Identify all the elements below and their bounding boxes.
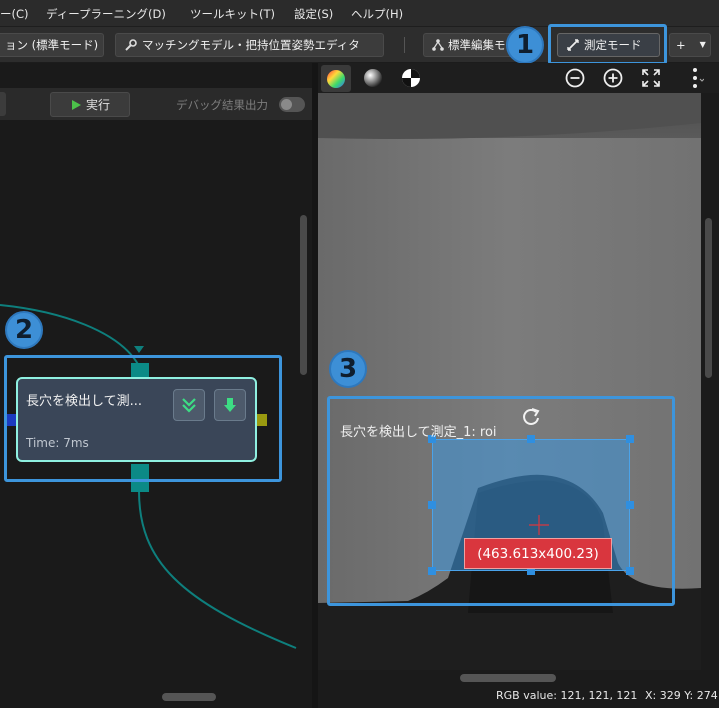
add-tab-button[interactable]: + ▼ xyxy=(669,33,711,57)
project-mode-label: ョン (標準モード) xyxy=(5,38,99,52)
play-icon xyxy=(71,99,81,110)
standard-edit-mode-button[interactable]: 標準編集モ xyxy=(423,33,515,57)
more-options-button[interactable] xyxy=(690,67,705,89)
left-horizontal-scrollbar[interactable] xyxy=(162,693,216,701)
grayscale-button[interactable] xyxy=(362,67,384,89)
callout-box-3 xyxy=(327,396,675,606)
flow-icon xyxy=(432,39,444,51)
matching-model-editor-label: マッチングモデル・把持位置姿勢エディタ xyxy=(142,38,360,52)
project-mode-button[interactable]: ョン (標準モード) xyxy=(0,33,104,57)
contrast-icon xyxy=(402,69,420,87)
zoom-out-icon xyxy=(565,68,585,88)
menu-item-toolkit[interactable]: ツールキット(T) xyxy=(190,6,275,22)
menu-item-c[interactable]: ー(C) xyxy=(0,6,29,22)
callout-box-1 xyxy=(548,24,667,65)
matching-model-editor-button[interactable]: マッチングモデル・把持位置姿勢エディタ xyxy=(115,33,384,57)
menu-item-deep-learning[interactable]: ディープラーニング(D) xyxy=(46,6,166,22)
zoom-in-button[interactable] xyxy=(603,68,623,91)
status-bar: RGB value: 121, 121, 121 X: 329 Y: 274 xyxy=(318,685,719,708)
expand-icon xyxy=(642,69,660,87)
image-toolbar xyxy=(318,63,719,93)
flow-toolbar: 実行 デバッグ結果出力 xyxy=(0,88,312,120)
gradient-circle-icon xyxy=(364,69,382,87)
debug-output-label: デバッグ結果出力 xyxy=(176,98,268,112)
callout-number-3: 3 xyxy=(329,350,367,388)
run-label: 実行 xyxy=(85,98,110,112)
right-vertical-scrollbar[interactable] xyxy=(705,218,712,378)
menu-bar: ー(C) ディープラーニング(D) ツールキット(T) 設定(S) ヘルプ(H) xyxy=(0,0,719,27)
callout-number-1: 1 xyxy=(506,26,544,64)
standard-edit-mode-label: 標準編集モ xyxy=(448,38,506,52)
rgb-value-readout: RGB value: 121, 121, 121 xyxy=(496,689,638,702)
kebab-menu-icon xyxy=(693,68,705,88)
left-edge-button[interactable] xyxy=(0,92,6,116)
binary-display-button[interactable] xyxy=(400,67,422,89)
color-wheel-icon xyxy=(327,69,345,88)
toggle-knob xyxy=(281,99,292,110)
zoom-in-icon xyxy=(603,68,623,88)
debug-output-toggle[interactable] xyxy=(279,97,305,112)
fit-view-button[interactable] xyxy=(641,68,661,91)
callout-number-2: 2 xyxy=(5,311,43,349)
run-button[interactable]: 実行 xyxy=(50,92,130,117)
right-horizontal-scrollbar[interactable] xyxy=(460,674,556,682)
callout-box-2 xyxy=(4,355,282,482)
toolbar-divider xyxy=(404,37,405,53)
cursor-coordinate-readout: X: 329 Y: 274 xyxy=(645,689,718,702)
menu-item-settings[interactable]: 設定(S) xyxy=(294,6,333,22)
zoom-out-button[interactable] xyxy=(565,68,585,91)
menu-item-help[interactable]: ヘルプ(H) xyxy=(351,6,403,22)
wrench-icon xyxy=(125,39,137,51)
left-vertical-scrollbar[interactable] xyxy=(300,215,307,375)
dropdown-arrow-icon: ▼ xyxy=(699,40,706,49)
color-display-button[interactable] xyxy=(321,65,351,92)
plus-icon: + xyxy=(676,38,686,52)
